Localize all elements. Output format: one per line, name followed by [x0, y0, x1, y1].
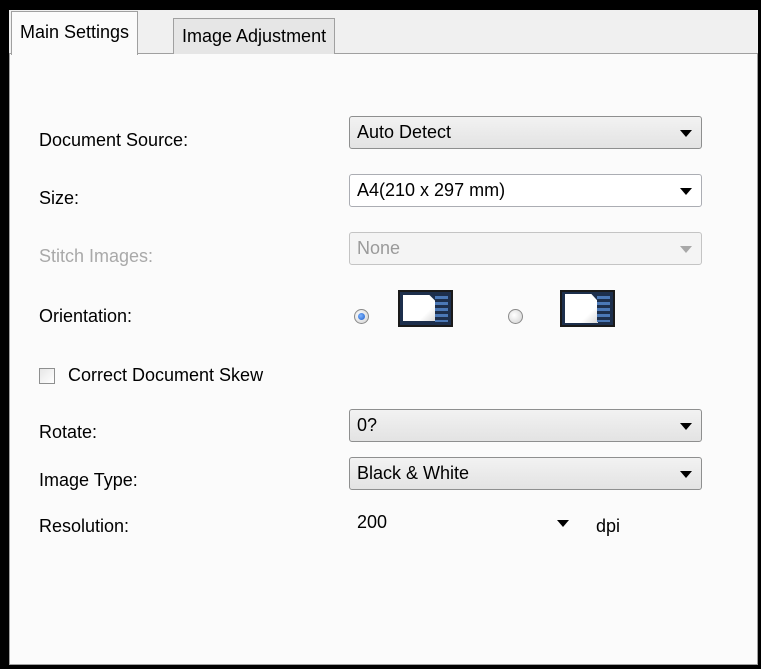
chevron-down-icon — [680, 246, 692, 253]
tab-main-settings[interactable]: Main Settings — [11, 11, 139, 55]
stitch-images-value: None — [357, 238, 401, 258]
rotate-value: 0? — [357, 415, 378, 435]
image-type-value: Black & White — [357, 463, 470, 483]
document-source-value: Auto Detect — [357, 122, 452, 142]
stitch-images-label: Stitch Images: — [39, 246, 154, 266]
resolution-select[interactable]: 200 — [349, 506, 579, 539]
main-settings-panel: Document Source: Auto Detect Size: A4(21… — [9, 54, 758, 665]
image-type-select[interactable]: Black & White — [349, 457, 702, 490]
stitch-images-select[interactable]: None — [349, 232, 702, 265]
chevron-down-icon — [680, 423, 692, 430]
chevron-down-icon — [557, 520, 569, 527]
image-type-label: Image Type: — [39, 470, 138, 490]
chevron-down-icon — [680, 130, 692, 137]
chevron-down-icon — [680, 471, 692, 478]
landscape-orientation-radio[interactable] — [508, 309, 523, 324]
scan-settings-dialog: Main Settings Image Adjustment Document … — [9, 10, 758, 665]
resolution-label: Resolution: — [39, 516, 130, 536]
portrait-orientation-radio[interactable] — [354, 309, 369, 324]
tab-image-adjustment[interactable]: Image Adjustment — [173, 18, 336, 54]
tab-strip: Main Settings Image Adjustment — [9, 10, 758, 55]
rotate-select[interactable]: 0? — [349, 409, 702, 442]
size-select[interactable]: A4(210 x 297 mm) — [349, 174, 702, 207]
size-value: A4(210 x 297 mm) — [357, 180, 506, 200]
chevron-down-icon — [680, 188, 692, 195]
size-label: Size: — [39, 188, 80, 208]
resolution-unit: dpi — [596, 516, 621, 536]
document-source-select[interactable]: Auto Detect — [349, 116, 702, 149]
document-source-label: Document Source: — [39, 130, 189, 150]
correct-skew-label[interactable]: Correct Document Skew — [68, 365, 263, 386]
orientation-label: Orientation: — [39, 306, 133, 326]
portrait-orientation-icon[interactable] — [398, 290, 453, 327]
rotate-label: Rotate: — [39, 422, 98, 442]
resolution-value: 200 — [357, 512, 388, 532]
correct-skew-checkbox[interactable] — [39, 368, 55, 384]
landscape-orientation-icon[interactable] — [560, 290, 615, 327]
